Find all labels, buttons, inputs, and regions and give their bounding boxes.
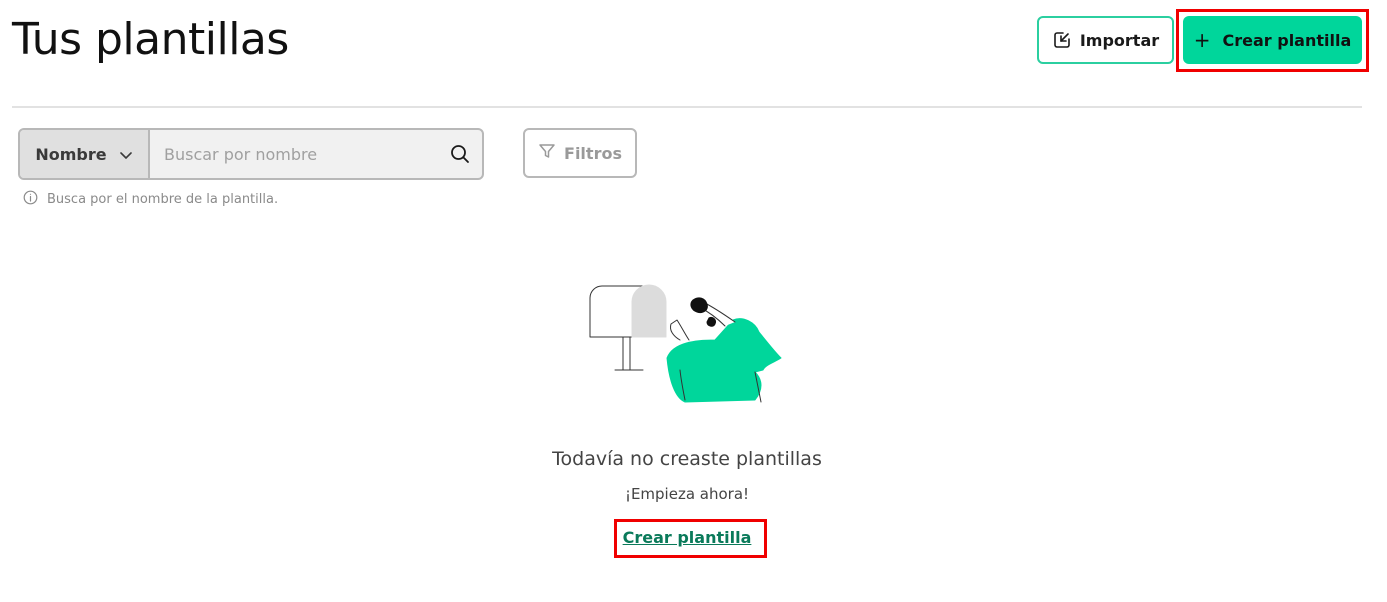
filter-icon xyxy=(538,142,556,164)
empty-state-title: Todavía no creaste plantillas xyxy=(552,448,822,470)
search-icon[interactable] xyxy=(438,130,482,178)
search-field-select[interactable]: Nombre xyxy=(20,130,150,178)
create-template-button[interactable]: + Crear plantilla xyxy=(1183,16,1362,64)
info-icon xyxy=(23,190,38,209)
create-template-link[interactable]: Crear plantilla xyxy=(614,528,760,547)
filters-button-label: Filtros xyxy=(564,143,622,163)
plus-icon: + xyxy=(1193,28,1211,52)
import-button-label: Importar xyxy=(1079,30,1160,50)
search-hint-text: Busca por el nombre de la plantilla. xyxy=(47,192,279,207)
search-hint: Busca por el nombre de la plantilla. xyxy=(23,190,278,209)
create-template-button-label: Crear plantilla xyxy=(1222,30,1352,50)
import-icon xyxy=(1052,30,1072,50)
header-divider xyxy=(12,106,1362,108)
empty-state-illustration xyxy=(589,284,782,403)
search-bar: Nombre xyxy=(18,128,484,180)
search-input[interactable] xyxy=(150,130,438,178)
import-button[interactable]: Importar xyxy=(1037,16,1174,64)
filters-button[interactable]: Filtros xyxy=(523,128,637,178)
search-field-select-value: Nombre xyxy=(35,144,107,164)
page-title: Tus plantillas xyxy=(12,14,289,65)
empty-state-subtitle: ¡Empieza ahora! xyxy=(624,485,750,503)
chevron-down-icon xyxy=(119,145,133,164)
